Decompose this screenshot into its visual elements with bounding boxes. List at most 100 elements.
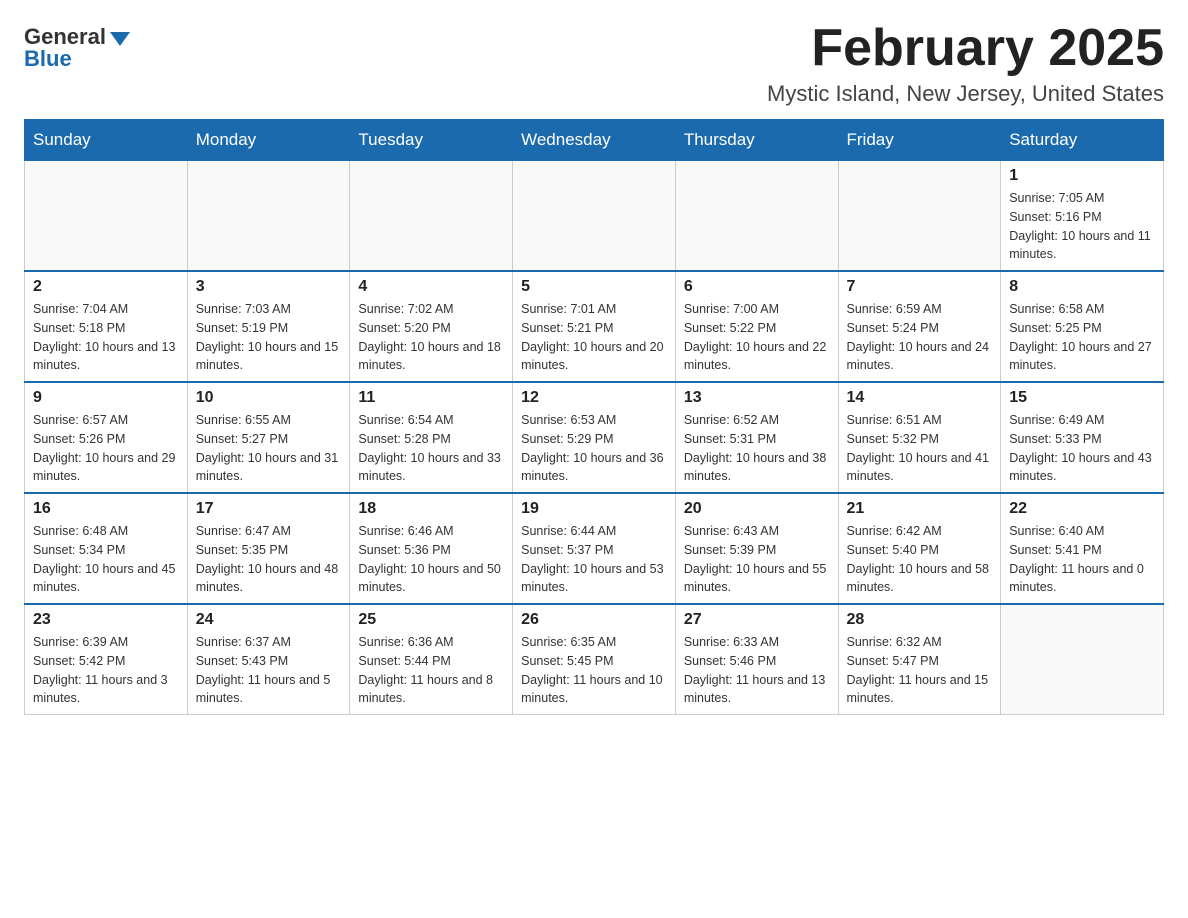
calendar-cell: 20 Sunrise: 6:43 AMSunset: 5:39 PMDayligh… bbox=[675, 493, 838, 604]
day-info: Sunrise: 6:49 AMSunset: 5:33 PMDaylight:… bbox=[1009, 411, 1155, 486]
logo-blue-text: Blue bbox=[24, 46, 72, 72]
calendar-table: Sunday Monday Tuesday Wednesday Thursday… bbox=[24, 119, 1164, 715]
header-friday: Friday bbox=[838, 120, 1001, 161]
day-number: 19 bbox=[521, 500, 667, 518]
logo: General Blue bbox=[24, 20, 130, 72]
calendar-cell: 22 Sunrise: 6:40 AMSunset: 5:41 PMDayligh… bbox=[1001, 493, 1164, 604]
day-number: 20 bbox=[684, 500, 830, 518]
logo-arrow-icon bbox=[110, 32, 130, 46]
header-saturday: Saturday bbox=[1001, 120, 1164, 161]
day-info: Sunrise: 7:05 AMSunset: 5:16 PMDaylight:… bbox=[1009, 189, 1155, 264]
day-number: 9 bbox=[33, 389, 179, 407]
calendar-cell bbox=[25, 161, 188, 272]
day-info: Sunrise: 7:00 AMSunset: 5:22 PMDaylight:… bbox=[684, 300, 830, 375]
calendar-cell: 19 Sunrise: 6:44 AMSunset: 5:37 PMDayligh… bbox=[513, 493, 676, 604]
calendar-cell: 9 Sunrise: 6:57 AMSunset: 5:26 PMDaylight… bbox=[25, 382, 188, 493]
calendar-cell: 14 Sunrise: 6:51 AMSunset: 5:32 PMDayligh… bbox=[838, 382, 1001, 493]
day-number: 11 bbox=[358, 389, 504, 407]
day-number: 4 bbox=[358, 278, 504, 296]
day-number: 15 bbox=[1009, 389, 1155, 407]
calendar-cell: 26Sunrise: 6:35 AMSunset: 5:45 PMDayligh… bbox=[513, 604, 676, 715]
calendar-cell: 8 Sunrise: 6:58 AMSunset: 5:25 PMDaylight… bbox=[1001, 271, 1164, 382]
day-info: Sunrise: 7:02 AMSunset: 5:20 PMDaylight:… bbox=[358, 300, 504, 375]
title-section: February 2025 Mystic Island, New Jersey,… bbox=[767, 20, 1164, 107]
day-info: Sunrise: 7:01 AMSunset: 5:21 PMDaylight:… bbox=[521, 300, 667, 375]
week-row-4: 16 Sunrise: 6:48 AMSunset: 5:34 PMDayligh… bbox=[25, 493, 1164, 604]
day-info: Sunrise: 6:48 AMSunset: 5:34 PMDaylight:… bbox=[33, 522, 179, 597]
day-info: Sunrise: 6:39 AMSunset: 5:42 PMDaylight:… bbox=[33, 633, 179, 708]
day-number: 27 bbox=[684, 611, 830, 629]
day-info: Sunrise: 6:36 AMSunset: 5:44 PMDaylight:… bbox=[358, 633, 504, 708]
calendar-cell: 11 Sunrise: 6:54 AMSunset: 5:28 PMDayligh… bbox=[350, 382, 513, 493]
day-number: 21 bbox=[847, 500, 993, 518]
day-number: 5 bbox=[521, 278, 667, 296]
day-info: Sunrise: 6:59 AMSunset: 5:24 PMDaylight:… bbox=[847, 300, 993, 375]
week-row-2: 2Sunrise: 7:04 AMSunset: 5:18 PMDaylight… bbox=[25, 271, 1164, 382]
day-info: Sunrise: 6:52 AMSunset: 5:31 PMDaylight:… bbox=[684, 411, 830, 486]
calendar-cell: 2Sunrise: 7:04 AMSunset: 5:18 PMDaylight… bbox=[25, 271, 188, 382]
day-info: Sunrise: 6:46 AMSunset: 5:36 PMDaylight:… bbox=[358, 522, 504, 597]
day-number: 3 bbox=[196, 278, 342, 296]
day-number: 16 bbox=[33, 500, 179, 518]
calendar-cell: 4 Sunrise: 7:02 AMSunset: 5:20 PMDaylight… bbox=[350, 271, 513, 382]
calendar-cell bbox=[1001, 604, 1164, 715]
day-number: 7 bbox=[847, 278, 993, 296]
day-number: 14 bbox=[847, 389, 993, 407]
day-number: 18 bbox=[358, 500, 504, 518]
calendar-cell: 1 Sunrise: 7:05 AMSunset: 5:16 PMDaylight… bbox=[1001, 161, 1164, 272]
calendar-header-row: Sunday Monday Tuesday Wednesday Thursday… bbox=[25, 120, 1164, 161]
calendar-cell: 23 Sunrise: 6:39 AMSunset: 5:42 PMDayligh… bbox=[25, 604, 188, 715]
day-number: 1 bbox=[1009, 167, 1155, 185]
calendar-cell: 27 Sunrise: 6:33 AMSunset: 5:46 PMDayligh… bbox=[675, 604, 838, 715]
header-monday: Monday bbox=[187, 120, 350, 161]
day-info: Sunrise: 6:53 AMSunset: 5:29 PMDaylight:… bbox=[521, 411, 667, 486]
calendar-cell: 13Sunrise: 6:52 AMSunset: 5:31 PMDayligh… bbox=[675, 382, 838, 493]
day-number: 6 bbox=[684, 278, 830, 296]
day-number: 10 bbox=[196, 389, 342, 407]
week-row-1: 1 Sunrise: 7:05 AMSunset: 5:16 PMDaylight… bbox=[25, 161, 1164, 272]
calendar-cell: 16 Sunrise: 6:48 AMSunset: 5:34 PMDayligh… bbox=[25, 493, 188, 604]
calendar-cell bbox=[675, 161, 838, 272]
day-info: Sunrise: 6:44 AMSunset: 5:37 PMDaylight:… bbox=[521, 522, 667, 597]
day-info: Sunrise: 6:32 AMSunset: 5:47 PMDaylight:… bbox=[847, 633, 993, 708]
calendar-cell: 5 Sunrise: 7:01 AMSunset: 5:21 PMDaylight… bbox=[513, 271, 676, 382]
day-number: 24 bbox=[196, 611, 342, 629]
month-year-title: February 2025 bbox=[767, 20, 1164, 77]
day-number: 12 bbox=[521, 389, 667, 407]
day-info: Sunrise: 6:57 AMSunset: 5:26 PMDaylight:… bbox=[33, 411, 179, 486]
day-info: Sunrise: 6:47 AMSunset: 5:35 PMDaylight:… bbox=[196, 522, 342, 597]
calendar-cell bbox=[838, 161, 1001, 272]
week-row-5: 23 Sunrise: 6:39 AMSunset: 5:42 PMDayligh… bbox=[25, 604, 1164, 715]
calendar-cell bbox=[350, 161, 513, 272]
calendar-cell: 7 Sunrise: 6:59 AMSunset: 5:24 PMDaylight… bbox=[838, 271, 1001, 382]
day-info: Sunrise: 6:51 AMSunset: 5:32 PMDaylight:… bbox=[847, 411, 993, 486]
day-info: Sunrise: 6:54 AMSunset: 5:28 PMDaylight:… bbox=[358, 411, 504, 486]
day-info: Sunrise: 6:42 AMSunset: 5:40 PMDaylight:… bbox=[847, 522, 993, 597]
calendar-cell: 3Sunrise: 7:03 AMSunset: 5:19 PMDaylight… bbox=[187, 271, 350, 382]
calendar-cell: 15 Sunrise: 6:49 AMSunset: 5:33 PMDayligh… bbox=[1001, 382, 1164, 493]
calendar-cell: 17Sunrise: 6:47 AMSunset: 5:35 PMDayligh… bbox=[187, 493, 350, 604]
day-info: Sunrise: 6:43 AMSunset: 5:39 PMDaylight:… bbox=[684, 522, 830, 597]
day-number: 22 bbox=[1009, 500, 1155, 518]
calendar-cell: 10 Sunrise: 6:55 AMSunset: 5:27 PMDayligh… bbox=[187, 382, 350, 493]
calendar-cell bbox=[187, 161, 350, 272]
calendar-cell: 6 Sunrise: 7:00 AMSunset: 5:22 PMDaylight… bbox=[675, 271, 838, 382]
day-info: Sunrise: 6:40 AMSunset: 5:41 PMDaylight:… bbox=[1009, 522, 1155, 597]
day-info: Sunrise: 6:58 AMSunset: 5:25 PMDaylight:… bbox=[1009, 300, 1155, 375]
day-info: Sunrise: 6:55 AMSunset: 5:27 PMDaylight:… bbox=[196, 411, 342, 486]
header-sunday: Sunday bbox=[25, 120, 188, 161]
week-row-3: 9 Sunrise: 6:57 AMSunset: 5:26 PMDaylight… bbox=[25, 382, 1164, 493]
day-number: 23 bbox=[33, 611, 179, 629]
day-info: Sunrise: 6:33 AMSunset: 5:46 PMDaylight:… bbox=[684, 633, 830, 708]
day-number: 28 bbox=[847, 611, 993, 629]
calendar-cell: 28 Sunrise: 6:32 AMSunset: 5:47 PMDayligh… bbox=[838, 604, 1001, 715]
header-wednesday: Wednesday bbox=[513, 120, 676, 161]
calendar-cell: 24Sunrise: 6:37 AMSunset: 5:43 PMDayligh… bbox=[187, 604, 350, 715]
calendar-cell: 18 Sunrise: 6:46 AMSunset: 5:36 PMDayligh… bbox=[350, 493, 513, 604]
day-number: 2 bbox=[33, 278, 179, 296]
header-thursday: Thursday bbox=[675, 120, 838, 161]
location-subtitle: Mystic Island, New Jersey, United States bbox=[767, 81, 1164, 107]
day-number: 8 bbox=[1009, 278, 1155, 296]
calendar-cell bbox=[513, 161, 676, 272]
calendar-cell: 12 Sunrise: 6:53 AMSunset: 5:29 PMDayligh… bbox=[513, 382, 676, 493]
